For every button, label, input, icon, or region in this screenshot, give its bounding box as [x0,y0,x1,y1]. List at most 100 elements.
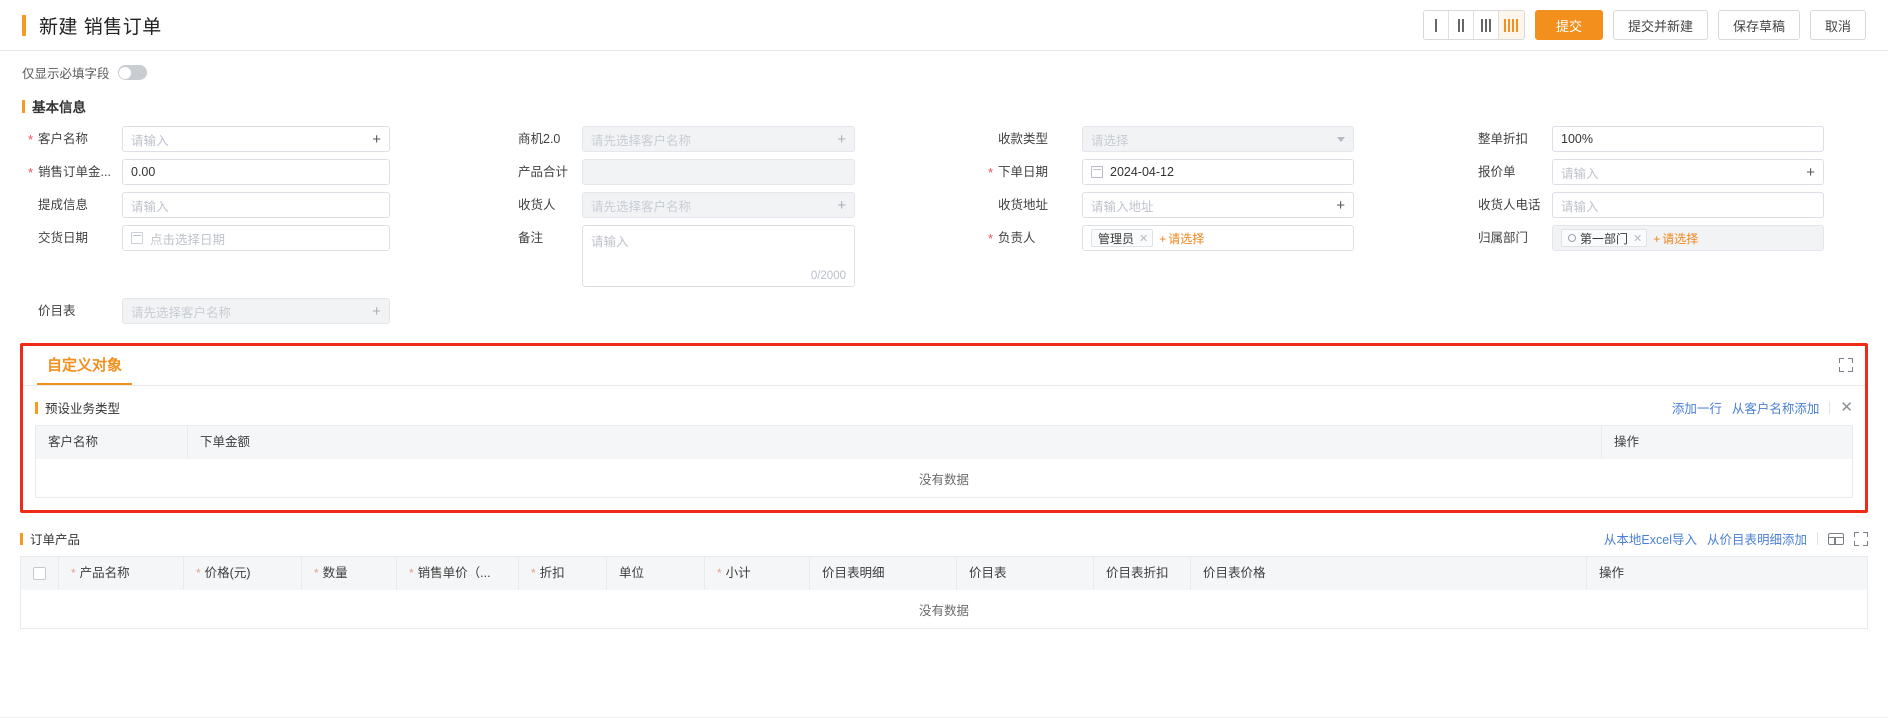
column-header-customer-name[interactable]: 客户名称 [36,426,188,459]
payment-type-select[interactable]: 请选择 [1082,126,1354,152]
select-all-cell[interactable] [21,557,59,590]
column-layout-4[interactable] [1498,11,1524,39]
remark-textarea[interactable]: 请输入 0/2000 [582,225,855,287]
department-add-link[interactable]: + 请选择 [1653,230,1698,247]
field-label-order-amount: 销售订单金... [22,159,122,185]
plus-icon[interactable]: + [831,198,846,213]
remove-tag-icon[interactable]: ✕ [1139,232,1148,245]
remove-tag-icon[interactable]: ✕ [1633,232,1642,245]
add-from-pricelist-link[interactable]: 从价目表明细添加 [1707,529,1807,548]
field-label-payment-type: 收款类型 [998,132,1049,146]
expand-icon[interactable] [1839,358,1853,372]
column-header-quantity[interactable]: 数量 [302,557,397,590]
commission-info-input[interactable]: 请输入 [122,192,390,218]
column-layout-2[interactable] [1448,11,1474,39]
column-header-price[interactable]: 价格(元) [184,557,302,590]
close-icon[interactable]: ✕ [1840,400,1853,415]
field-consignee: 收货人 请先选择客户名称 + [480,192,960,225]
department-select[interactable]: 第一部门 ✕ + 请选择 [1552,225,1824,251]
calendar-icon [131,232,143,244]
field-commission-info: 提成信息 请输入 [0,192,480,225]
plus-icon[interactable]: + [1800,165,1815,180]
order-products-title: 订单产品 [30,533,81,547]
tab-custom-object[interactable]: 自定义对象 [37,346,133,385]
owner-add-link[interactable]: + 请选择 [1159,230,1204,247]
owner-select[interactable]: 管理员 ✕ + 请选择 [1082,225,1354,251]
ship-address-input[interactable]: 请输入地址 + [1082,192,1354,218]
price-list-input[interactable]: 请先选择客户名称 + [122,298,390,324]
field-label-opportunity: 商机2.0 [518,132,561,146]
calendar-icon [1091,166,1103,178]
submit-and-new-button[interactable]: 提交并新建 [1612,10,1708,40]
remark-wrap: 请输入 0/2000 [582,225,855,287]
add-row-link[interactable]: 添加一行 [1672,398,1722,417]
column-header-unit[interactable]: 单位 [607,557,705,590]
column-header-pricelist-price[interactable]: 价目表价格 [1191,557,1587,590]
column-header-pricelist-discount[interactable]: 价目表折扣 [1094,557,1191,590]
department-add-label: 请选择 [1662,231,1699,246]
delivery-date-input[interactable]: 点击选择日期 [122,225,390,251]
field-ship-address: 收货地址 请输入地址 + [960,192,1440,225]
order-products-empty-state: 没有数据 [21,590,1867,628]
preset-business-type-title: 预设业务类型 [45,402,121,416]
field-label-consignee: 收货人 [518,198,556,212]
required-only-switch[interactable] [117,65,147,80]
plus-icon[interactable]: + [366,304,381,319]
circle-icon [1568,234,1576,242]
column-header-order-amount[interactable]: 下单金额 [188,426,1602,459]
two-bar-icon [1457,18,1464,32]
column-header-pricelist[interactable]: 价目表 [957,557,1094,590]
field-label-quotation: 报价单 [1478,165,1516,179]
order-date-input[interactable]: 2024-04-12 [1082,159,1354,185]
whole-discount-input[interactable]: 100% [1552,126,1824,152]
opportunity-placeholder: 请先选择客户名称 [591,133,692,148]
expand-icon[interactable] [1854,531,1868,546]
customer-name-input[interactable]: 请输入 + [122,126,390,152]
submit-button[interactable]: 提交 [1534,10,1603,40]
owner-tag-label: 管理员 [1098,231,1135,246]
column-layout-1[interactable] [1423,11,1449,39]
department-tag-label: 第一部门 [1580,231,1629,246]
department-tag[interactable]: 第一部门 ✕ [1561,229,1648,247]
column-layout-selector[interactable] [1422,10,1525,40]
consignee-input[interactable]: 请先选择客户名称 + [582,192,855,218]
field-quotation: 报价单 请输入 + [1440,159,1880,192]
preset-table-empty-state: 没有数据 [36,459,1852,497]
field-owner: 负责人 管理员 ✕ +请选择 [960,225,1440,258]
custom-object-block: 自定义对象 预设业务类型 添加一行 从客户名称添加 ✕ 客户名称 下单金额 操作… [20,343,1868,513]
plus-icon[interactable]: + [1330,198,1345,213]
column-header-discount[interactable]: 折扣 [519,557,607,590]
owner-tag[interactable]: 管理员 ✕ [1091,229,1154,247]
header-actions: 提交 提交并新建 保存草稿 取消 [1422,10,1866,40]
select-all-checkbox[interactable] [33,567,46,580]
field-department: 归属部门 第一部门 ✕ + 请选择 [1440,225,1880,258]
preset-business-type-table: 客户名称 下单金额 操作 没有数据 [35,425,1853,498]
add-from-customer-link[interactable]: 从客户名称添加 [1732,398,1820,417]
field-payment-type: 收款类型 请选择 [960,126,1440,159]
import-excel-link[interactable]: 从本地Excel导入 [1604,529,1697,548]
column-header-unit-price[interactable]: 销售单价（... [397,557,519,590]
opportunity-input[interactable]: 请先选择客户名称 + [582,126,855,152]
cancel-button[interactable]: 取消 [1809,10,1866,40]
save-draft-button[interactable]: 保存草稿 [1717,10,1800,40]
column-header-pricelist-detail[interactable]: 价目表明细 [810,557,957,590]
product-total-input [582,159,855,185]
column-layout-3[interactable] [1473,11,1499,39]
consignee-phone-input[interactable]: 请输入 [1552,192,1824,218]
plus-icon: + [1653,231,1661,246]
order-amount-input[interactable]: 0.00 [122,159,390,185]
column-header-product-name[interactable]: 产品名称 [59,557,184,590]
field-label-product-total: 产品合计 [518,165,569,179]
remark-placeholder: 请输入 [591,235,629,249]
plus-icon[interactable]: + [366,132,381,147]
quotation-placeholder: 请输入 [1561,166,1599,181]
grid-icon[interactable] [1828,532,1844,545]
quotation-input[interactable]: 请输入 + [1552,159,1824,185]
field-label-ship-address: 收货地址 [998,198,1049,212]
order-amount-value: 0.00 [131,165,156,179]
field-consignee-phone: 收货人电话 请输入 [1440,192,1880,225]
field-whole-discount: 整单折扣 100% [1440,126,1880,159]
order-products-section: 订单产品 从本地Excel导入 从价目表明细添加 产品名称 [20,529,1868,629]
column-header-subtotal[interactable]: 小计 [705,557,810,590]
plus-icon[interactable]: + [831,132,846,147]
